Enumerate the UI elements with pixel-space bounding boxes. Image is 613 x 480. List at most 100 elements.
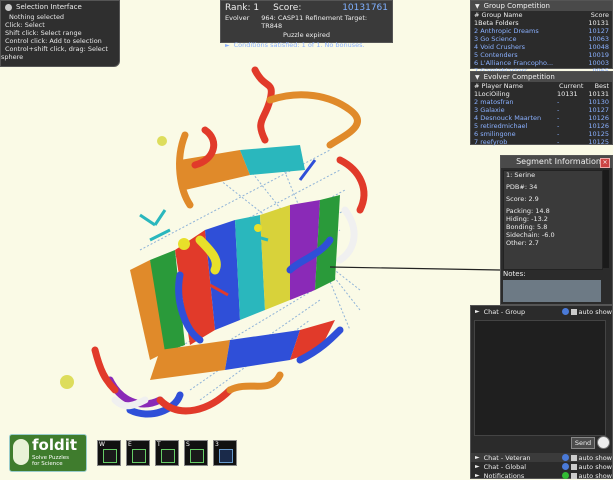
tool-hotkey: E — [128, 441, 132, 448]
player-name: 3 Galaxie — [474, 106, 505, 114]
segment-line: Score: 2.9 — [506, 195, 539, 203]
group-name: 4 Void Crushers — [474, 43, 526, 51]
tool-hotkey: 3 — [215, 441, 219, 448]
mode-text: Evolver — [225, 14, 250, 22]
player-name: 7 reefyrob — [474, 138, 508, 146]
info-icon — [5, 3, 12, 11]
expand-triangle-icon: ► — [475, 463, 480, 470]
notes-field[interactable] — [503, 280, 601, 302]
player-name: 1LociOiling — [474, 90, 510, 98]
group-row[interactable]: 1Beta Folders 10131 — [474, 19, 609, 27]
group-competition-header[interactable]: ▼ Group Competition — [471, 1, 612, 11]
player-name: 2 matosfran — [474, 98, 514, 106]
group-name: 5 Contenders — [474, 51, 518, 59]
tweak-icon — [161, 449, 175, 463]
tool-hotkey: S — [186, 441, 190, 448]
player-name: 5 retiredmichael — [474, 122, 528, 130]
segment-line: Sidechain: -6.0 — [506, 231, 555, 239]
group-score: 10063 — [588, 35, 609, 43]
info-icon[interactable] — [561, 454, 569, 461]
expand-triangle-icon: ► — [225, 42, 230, 49]
group-row[interactable]: 4 Void Crushers 10048 — [474, 43, 609, 51]
player-current: - — [557, 114, 560, 122]
expand-triangle-icon: ► — [475, 308, 480, 315]
segment-line: PDB#: 34 — [506, 183, 538, 191]
chat-group-header[interactable]: ► Chat - Group auto show — [471, 307, 612, 316]
evolver-competition-panel: ▼ Evolver Competition # Player Name Curre… — [470, 71, 613, 146]
player-row[interactable]: 7 reefyrob - 10125 — [474, 138, 609, 146]
column-header: # Player Name — [474, 82, 523, 90]
column-header: Current — [559, 82, 584, 90]
player-name: 4 Desnouck Maarten — [474, 114, 542, 122]
tool-hotkey: T — [157, 441, 161, 448]
segment-pointer-line — [329, 266, 501, 271]
group-competition-panel: ▼ Group Competition # Group Name Score 1B… — [470, 0, 613, 75]
player-row[interactable]: 1LociOiling 10131 10131 — [474, 90, 609, 98]
move-tool[interactable]: 3 — [213, 440, 237, 466]
player-current: - — [557, 122, 560, 130]
group-score: 10131 — [588, 19, 609, 27]
auto-show-checkbox[interactable] — [570, 308, 577, 315]
group-list: 1Beta Folders 10131 2 Anthropic Dreams 1012… — [471, 19, 612, 75]
info-icon[interactable] — [561, 308, 569, 315]
chat-messages[interactable] — [474, 320, 606, 436]
auto-show-checkbox[interactable] — [570, 454, 577, 461]
expand-triangle-icon: ► — [475, 454, 480, 461]
shake-sidechains-tool[interactable]: E — [126, 440, 150, 466]
player-current: - — [557, 130, 560, 138]
clock-icon[interactable] — [597, 436, 610, 449]
group-score: 10048 — [588, 43, 609, 51]
conditions-toggle[interactable]: ► Conditions satisfied: 1 of 1. No bonuse… — [221, 39, 392, 51]
chat-global-header[interactable]: ► Chat - Global auto show — [471, 462, 612, 471]
column-header: Best — [594, 82, 609, 90]
auto-show-checkbox[interactable] — [570, 472, 577, 479]
player-row[interactable]: 5 retiredmichael - 10126 — [474, 122, 609, 130]
player-row[interactable]: 4 Desnouck Maarten - 10126 — [474, 114, 609, 122]
info-icon[interactable] — [561, 463, 569, 470]
group-name: 3 Go Science — [474, 35, 517, 43]
group-score: 10019 — [588, 51, 609, 59]
group-name: 6 L'Alliance Francopho... — [474, 59, 554, 67]
beta-sheet-ribbons — [130, 145, 340, 380]
score-label: Score: — [273, 3, 302, 13]
group-row[interactable]: 5 Contenders 10019 — [474, 51, 609, 59]
segment-line: Hiding: -13.2 — [506, 215, 548, 223]
send-button[interactable]: Send — [571, 437, 595, 449]
player-best: 10126 — [588, 114, 609, 122]
notes-label: Notes: — [503, 270, 526, 278]
player-list: 1LociOiling 10131 10131 2 matosfran -10130 3 … — [471, 90, 612, 146]
segment-scrollbar[interactable] — [603, 170, 609, 268]
group-row[interactable]: 6 L'Alliance Francopho... 10003 — [474, 59, 609, 67]
segment-information-panel: Segment Information × 1: Serine PDB#: 34… — [500, 155, 613, 305]
foldit-logo[interactable]: foldit Solve Puzzles for Science — [9, 434, 87, 472]
wiggle-all-icon — [103, 449, 117, 463]
group-row[interactable]: 3 Go Science 10063 — [474, 35, 609, 43]
foldit-logo-icon — [13, 439, 29, 465]
group-name: 2 Anthropic Dreams — [474, 27, 539, 35]
expand-triangle-icon: ► — [475, 472, 480, 479]
player-row[interactable]: 3 Galaxie - 10127 — [474, 106, 609, 114]
group-row[interactable]: 2 Anthropic Dreams 10127 — [474, 27, 609, 35]
auto-show-checkbox[interactable] — [570, 463, 577, 470]
player-row[interactable]: 6 smilingone - 10125 — [474, 130, 609, 138]
selection-line: Click: Select — [5, 21, 45, 29]
segment-line: Bonding: 5.8 — [506, 223, 548, 231]
player-current: - — [557, 138, 560, 146]
tweak-tool[interactable]: T — [155, 440, 179, 466]
column-header: # Group Name — [474, 11, 523, 19]
player-current: 10131 — [557, 90, 578, 98]
segment-details: 1: Serine PDB#: 34 Score: 2.9 Packing: 1… — [503, 170, 603, 270]
selection-line: Nothing selected — [9, 13, 65, 21]
segment-line: Other: 2.7 — [506, 239, 539, 247]
chat-veteran-header[interactable]: ► Chat - Veteran auto show — [471, 453, 612, 462]
shake-sidechains-icon — [132, 449, 146, 463]
group-score: 10003 — [588, 59, 609, 67]
player-row[interactable]: 2 matosfran - 10130 — [474, 98, 609, 106]
collapse-triangle-icon: ▼ — [475, 3, 480, 10]
rank-text: Rank: 1 — [225, 3, 260, 13]
shake-tool[interactable]: S — [184, 440, 208, 466]
status-icon[interactable] — [561, 472, 569, 479]
wiggle-all-tool[interactable]: W — [97, 440, 121, 466]
close-icon[interactable]: × — [600, 158, 610, 168]
evolver-competition-header[interactable]: ▼ Evolver Competition — [471, 72, 612, 82]
